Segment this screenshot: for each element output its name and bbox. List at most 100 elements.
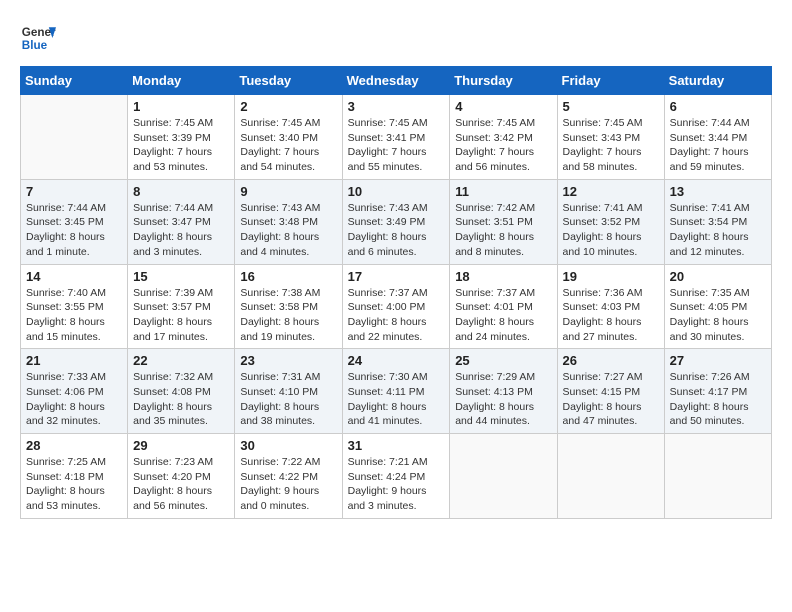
week-row-2: 7 Sunrise: 7:44 AMSunset: 3:45 PMDayligh… — [21, 179, 772, 264]
day-number: 31 — [348, 438, 445, 453]
day-number: 28 — [26, 438, 122, 453]
header: General Blue — [20, 20, 772, 56]
day-number: 9 — [240, 184, 336, 199]
day-cell: 25 Sunrise: 7:29 AMSunset: 4:13 PMDaylig… — [450, 349, 557, 434]
day-number: 4 — [455, 99, 551, 114]
day-cell: 21 Sunrise: 7:33 AMSunset: 4:06 PMDaylig… — [21, 349, 128, 434]
day-cell: 24 Sunrise: 7:30 AMSunset: 4:11 PMDaylig… — [342, 349, 450, 434]
day-cell: 13 Sunrise: 7:41 AMSunset: 3:54 PMDaylig… — [664, 179, 771, 264]
calendar: SundayMondayTuesdayWednesdayThursdayFrid… — [20, 66, 772, 519]
day-cell — [450, 434, 557, 519]
day-info: Sunrise: 7:22 AMSunset: 4:22 PMDaylight:… — [240, 455, 336, 514]
day-info: Sunrise: 7:33 AMSunset: 4:06 PMDaylight:… — [26, 370, 122, 429]
day-cell: 30 Sunrise: 7:22 AMSunset: 4:22 PMDaylig… — [235, 434, 342, 519]
day-number: 20 — [670, 269, 766, 284]
day-cell: 31 Sunrise: 7:21 AMSunset: 4:24 PMDaylig… — [342, 434, 450, 519]
day-number: 3 — [348, 99, 445, 114]
day-cell: 26 Sunrise: 7:27 AMSunset: 4:15 PMDaylig… — [557, 349, 664, 434]
day-cell: 5 Sunrise: 7:45 AMSunset: 3:43 PMDayligh… — [557, 95, 664, 180]
day-number: 24 — [348, 353, 445, 368]
day-info: Sunrise: 7:43 AMSunset: 3:48 PMDaylight:… — [240, 201, 336, 260]
day-cell — [664, 434, 771, 519]
day-cell: 28 Sunrise: 7:25 AMSunset: 4:18 PMDaylig… — [21, 434, 128, 519]
day-number: 22 — [133, 353, 229, 368]
day-info: Sunrise: 7:38 AMSunset: 3:58 PMDaylight:… — [240, 286, 336, 345]
day-cell — [21, 95, 128, 180]
day-cell: 11 Sunrise: 7:42 AMSunset: 3:51 PMDaylig… — [450, 179, 557, 264]
day-cell: 18 Sunrise: 7:37 AMSunset: 4:01 PMDaylig… — [450, 264, 557, 349]
day-info: Sunrise: 7:45 AMSunset: 3:40 PMDaylight:… — [240, 116, 336, 175]
day-cell: 16 Sunrise: 7:38 AMSunset: 3:58 PMDaylig… — [235, 264, 342, 349]
day-cell: 14 Sunrise: 7:40 AMSunset: 3:55 PMDaylig… — [21, 264, 128, 349]
day-cell: 15 Sunrise: 7:39 AMSunset: 3:57 PMDaylig… — [128, 264, 235, 349]
weekday-header-saturday: Saturday — [664, 67, 771, 95]
day-number: 23 — [240, 353, 336, 368]
day-cell: 8 Sunrise: 7:44 AMSunset: 3:47 PMDayligh… — [128, 179, 235, 264]
day-number: 14 — [26, 269, 122, 284]
day-number: 18 — [455, 269, 551, 284]
weekday-header-tuesday: Tuesday — [235, 67, 342, 95]
weekday-header-thursday: Thursday — [450, 67, 557, 95]
day-info: Sunrise: 7:45 AMSunset: 3:42 PMDaylight:… — [455, 116, 551, 175]
weekday-header-sunday: Sunday — [21, 67, 128, 95]
day-info: Sunrise: 7:29 AMSunset: 4:13 PMDaylight:… — [455, 370, 551, 429]
day-cell: 23 Sunrise: 7:31 AMSunset: 4:10 PMDaylig… — [235, 349, 342, 434]
day-cell: 17 Sunrise: 7:37 AMSunset: 4:00 PMDaylig… — [342, 264, 450, 349]
day-info: Sunrise: 7:23 AMSunset: 4:20 PMDaylight:… — [133, 455, 229, 514]
day-cell: 27 Sunrise: 7:26 AMSunset: 4:17 PMDaylig… — [664, 349, 771, 434]
day-info: Sunrise: 7:45 AMSunset: 3:39 PMDaylight:… — [133, 116, 229, 175]
day-info: Sunrise: 7:32 AMSunset: 4:08 PMDaylight:… — [133, 370, 229, 429]
day-cell: 2 Sunrise: 7:45 AMSunset: 3:40 PMDayligh… — [235, 95, 342, 180]
day-info: Sunrise: 7:26 AMSunset: 4:17 PMDaylight:… — [670, 370, 766, 429]
day-cell: 6 Sunrise: 7:44 AMSunset: 3:44 PMDayligh… — [664, 95, 771, 180]
day-number: 11 — [455, 184, 551, 199]
day-info: Sunrise: 7:44 AMSunset: 3:44 PMDaylight:… — [670, 116, 766, 175]
day-cell — [557, 434, 664, 519]
day-info: Sunrise: 7:41 AMSunset: 3:54 PMDaylight:… — [670, 201, 766, 260]
day-cell: 12 Sunrise: 7:41 AMSunset: 3:52 PMDaylig… — [557, 179, 664, 264]
day-info: Sunrise: 7:42 AMSunset: 3:51 PMDaylight:… — [455, 201, 551, 260]
day-number: 17 — [348, 269, 445, 284]
day-info: Sunrise: 7:27 AMSunset: 4:15 PMDaylight:… — [563, 370, 659, 429]
day-info: Sunrise: 7:37 AMSunset: 4:01 PMDaylight:… — [455, 286, 551, 345]
day-cell: 20 Sunrise: 7:35 AMSunset: 4:05 PMDaylig… — [664, 264, 771, 349]
day-number: 12 — [563, 184, 659, 199]
week-row-3: 14 Sunrise: 7:40 AMSunset: 3:55 PMDaylig… — [21, 264, 772, 349]
day-cell: 10 Sunrise: 7:43 AMSunset: 3:49 PMDaylig… — [342, 179, 450, 264]
day-cell: 9 Sunrise: 7:43 AMSunset: 3:48 PMDayligh… — [235, 179, 342, 264]
day-number: 10 — [348, 184, 445, 199]
day-cell: 7 Sunrise: 7:44 AMSunset: 3:45 PMDayligh… — [21, 179, 128, 264]
day-cell: 19 Sunrise: 7:36 AMSunset: 4:03 PMDaylig… — [557, 264, 664, 349]
day-info: Sunrise: 7:43 AMSunset: 3:49 PMDaylight:… — [348, 201, 445, 260]
day-cell: 3 Sunrise: 7:45 AMSunset: 3:41 PMDayligh… — [342, 95, 450, 180]
logo-icon: General Blue — [20, 20, 56, 56]
week-row-4: 21 Sunrise: 7:33 AMSunset: 4:06 PMDaylig… — [21, 349, 772, 434]
day-info: Sunrise: 7:39 AMSunset: 3:57 PMDaylight:… — [133, 286, 229, 345]
day-number: 29 — [133, 438, 229, 453]
day-number: 1 — [133, 99, 229, 114]
day-info: Sunrise: 7:21 AMSunset: 4:24 PMDaylight:… — [348, 455, 445, 514]
day-number: 30 — [240, 438, 336, 453]
day-info: Sunrise: 7:37 AMSunset: 4:00 PMDaylight:… — [348, 286, 445, 345]
day-number: 6 — [670, 99, 766, 114]
svg-text:Blue: Blue — [22, 39, 48, 52]
day-info: Sunrise: 7:44 AMSunset: 3:45 PMDaylight:… — [26, 201, 122, 260]
week-row-5: 28 Sunrise: 7:25 AMSunset: 4:18 PMDaylig… — [21, 434, 772, 519]
day-cell: 4 Sunrise: 7:45 AMSunset: 3:42 PMDayligh… — [450, 95, 557, 180]
day-number: 2 — [240, 99, 336, 114]
day-number: 19 — [563, 269, 659, 284]
day-cell: 22 Sunrise: 7:32 AMSunset: 4:08 PMDaylig… — [128, 349, 235, 434]
day-info: Sunrise: 7:31 AMSunset: 4:10 PMDaylight:… — [240, 370, 336, 429]
day-info: Sunrise: 7:25 AMSunset: 4:18 PMDaylight:… — [26, 455, 122, 514]
week-row-1: 1 Sunrise: 7:45 AMSunset: 3:39 PMDayligh… — [21, 95, 772, 180]
weekday-header-wednesday: Wednesday — [342, 67, 450, 95]
day-number: 13 — [670, 184, 766, 199]
day-info: Sunrise: 7:36 AMSunset: 4:03 PMDaylight:… — [563, 286, 659, 345]
day-info: Sunrise: 7:40 AMSunset: 3:55 PMDaylight:… — [26, 286, 122, 345]
day-number: 15 — [133, 269, 229, 284]
day-info: Sunrise: 7:45 AMSunset: 3:41 PMDaylight:… — [348, 116, 445, 175]
day-number: 7 — [26, 184, 122, 199]
day-cell: 1 Sunrise: 7:45 AMSunset: 3:39 PMDayligh… — [128, 95, 235, 180]
day-number: 25 — [455, 353, 551, 368]
day-info: Sunrise: 7:35 AMSunset: 4:05 PMDaylight:… — [670, 286, 766, 345]
